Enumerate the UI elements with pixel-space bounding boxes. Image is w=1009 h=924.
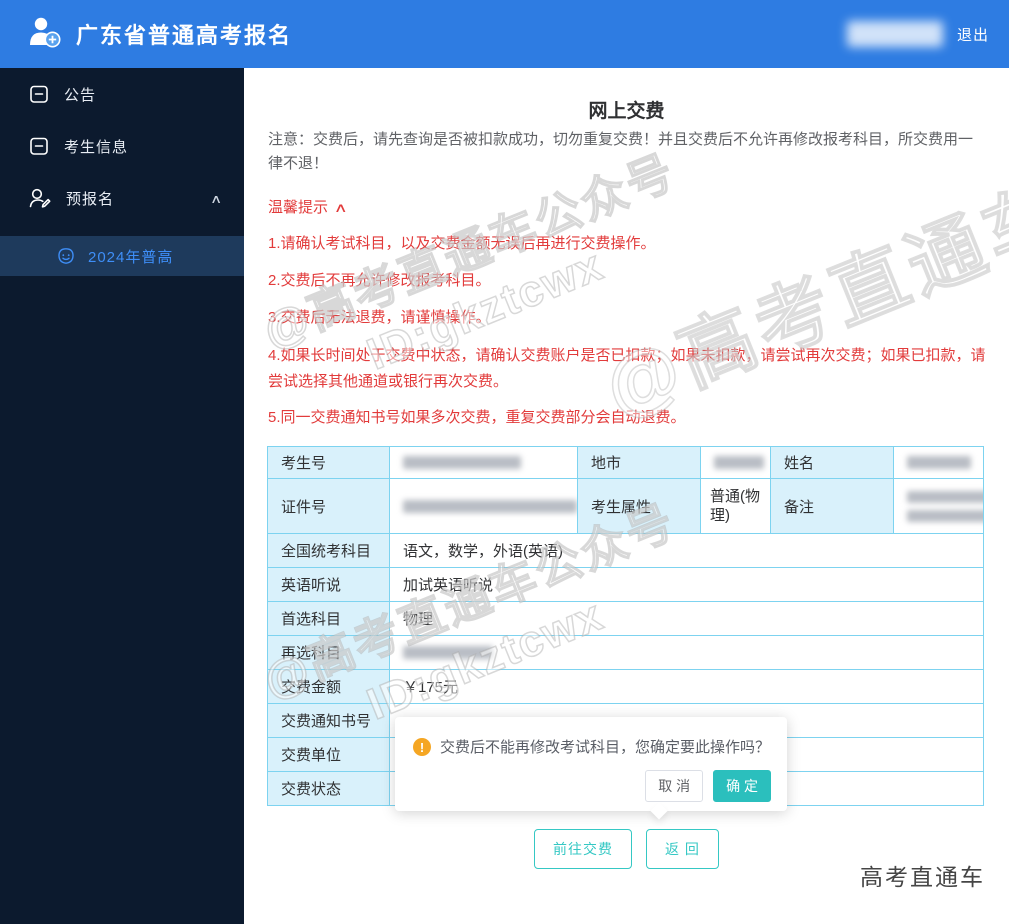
- app-window: 广东省普通高考报名 退出 公告 考生信息 预报名 ∧ 2024年普高 网上交费 …: [0, 0, 1009, 924]
- warning-icon: !: [413, 738, 431, 756]
- popover-arrow: [650, 802, 668, 820]
- cell-label-payment-status: 交费状态: [268, 772, 390, 806]
- chevron-up-icon[interactable]: ∧: [210, 192, 224, 206]
- confirm-popover: ! 交费后不能再修改考试科目，您确定要此操作吗？ 取 消 确 定: [395, 717, 787, 820]
- sidebar-item-label: 公告: [64, 86, 97, 104]
- go-to-pay-button[interactable]: 前往交费: [534, 829, 633, 869]
- tip-item: 4.如果长时间处于交费中状态，请确认交费账户是否已扣款；如果未扣款，请尝试再次交…: [268, 347, 986, 390]
- cell-label-payment-notice-no: 交费通知书号: [268, 704, 390, 738]
- sidebar-item-label: 预报名: [66, 190, 115, 208]
- cell-value-english-listening: 加试英语听说: [390, 568, 984, 602]
- tip-item: 1.请确认考试科目，以及交费金额无误后再进行交费操作。: [268, 235, 656, 252]
- cell-label-city: 地市: [578, 447, 701, 479]
- tips-collapse-icon[interactable]: ∧: [334, 200, 348, 216]
- cell-value-exam-no: [390, 447, 578, 479]
- redacted-value: [714, 456, 764, 469]
- cell-value-second-choice-subject: [390, 636, 984, 670]
- redacted-value: [907, 509, 983, 522]
- face-icon: [56, 246, 76, 266]
- cell-label-id-no: 证件号: [268, 479, 390, 534]
- cell-value-first-choice-subject: 物理: [390, 602, 984, 636]
- logout-link[interactable]: 退出: [957, 24, 989, 45]
- back-button[interactable]: 返 回: [646, 829, 719, 869]
- cell-label-exam-no: 考生号: [268, 447, 390, 479]
- sidebar-item-announcements[interactable]: 公告: [0, 68, 244, 120]
- confirm-button[interactable]: 确 定: [713, 770, 771, 802]
- cell-value-id-no: [390, 479, 578, 534]
- sidebar-nav: 公告 考生信息 预报名 ∧ 2024年普高: [0, 68, 244, 924]
- cell-label-remark: 备注: [771, 479, 894, 534]
- sidebar-subitem-2024-gaokao[interactable]: 2024年普高: [0, 236, 244, 276]
- page-title: 网上交费: [588, 101, 665, 122]
- cell-value-national-subjects: 语文，数学，外语(英语): [390, 534, 984, 568]
- app-title: 广东省普通高考报名: [76, 23, 293, 48]
- tip-item: 2.交费后不再允许修改报考科目。: [268, 272, 491, 289]
- confirm-message-row: ! 交费后不能再修改考试科目，您确定要此操作吗？: [413, 738, 771, 757]
- redacted-multiline: [907, 490, 983, 522]
- cell-label-payment-unit: 交费单位: [268, 738, 390, 772]
- cell-value-remark: [894, 479, 984, 534]
- tip-item: 3.交费后无法退费，请谨慎操作。: [268, 309, 491, 326]
- redacted-value: [403, 499, 577, 513]
- redacted-value: [907, 490, 983, 503]
- redacted-value: [907, 456, 971, 469]
- cell-label-payment-amount: 交费金额: [268, 670, 390, 704]
- app-header: 广东省普通高考报名 退出: [0, 0, 1009, 68]
- sidebar-item-candidate-info[interactable]: 考生信息: [0, 120, 244, 172]
- payment-notice: 注意：交费后，请先查询是否被扣款成功，切勿重复交费！并且交费后不允许再修改报考科…: [268, 131, 974, 172]
- cell-label-name: 姓名: [771, 447, 894, 479]
- cell-label-national-subjects: 全国统考科目: [268, 534, 390, 568]
- sidebar-item-label: 考生信息: [64, 138, 129, 156]
- cancel-button[interactable]: 取 消: [645, 770, 704, 802]
- cell-value-candidate-type: 普通(物理): [701, 479, 771, 534]
- header-user-area: 退出: [846, 0, 989, 68]
- cell-label-second-choice-subject: 再选科目: [268, 636, 390, 670]
- user-edit-icon: [28, 187, 52, 209]
- bulletin-icon: [28, 83, 50, 105]
- confirm-message: 交费后不能再修改考试科目，您确定要此操作吗？: [440, 739, 771, 756]
- redacted-value: [403, 456, 521, 469]
- redacted-value: [403, 646, 493, 659]
- sidebar-subitem-label: 2024年普高: [88, 248, 174, 266]
- cell-value-payment-amount: ￥175元: [390, 670, 984, 704]
- cell-label-first-choice-subject: 首选科目: [268, 602, 390, 636]
- tip-item: 5.同一交费通知书号如果多次交费，重复交费部分会自动退费。: [268, 409, 686, 426]
- tips-header: 温馨提示 ∧: [268, 196, 348, 217]
- tips-title-text: 温馨提示: [268, 199, 329, 216]
- username-redacted: [846, 21, 943, 47]
- cell-value-name: [894, 447, 984, 479]
- cell-value-city: [701, 447, 771, 479]
- confirm-actions: 取 消 确 定: [413, 770, 771, 802]
- cell-label-english-listening: 英语听说: [268, 568, 390, 602]
- bulletin-icon: [28, 135, 50, 157]
- add-user-icon: [26, 14, 64, 55]
- cell-label-candidate-type: 考生属性: [578, 479, 701, 534]
- brand-watermark: 高考直通车: [860, 864, 985, 890]
- sidebar-item-pre-registration[interactable]: 预报名 ∧: [0, 172, 244, 224]
